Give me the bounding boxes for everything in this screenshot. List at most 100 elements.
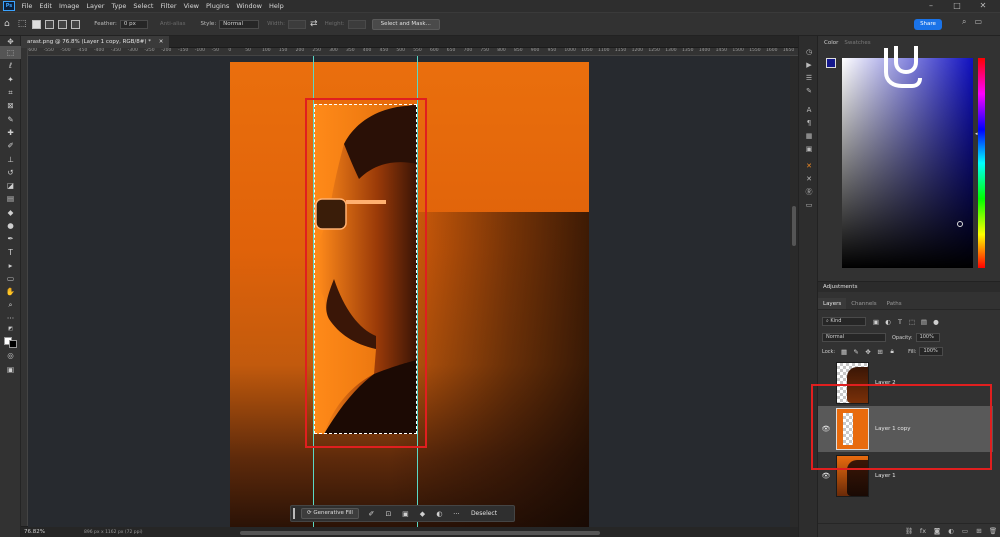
canvas-area[interactable]: ⟳ Generative Fill ✐ ⊡ ▣ ◆ ◐ ··· Deselect [28,56,798,527]
drag-handle-icon[interactable] [293,508,295,519]
menu-type[interactable]: Type [108,0,130,12]
menu-edit[interactable]: Edit [36,0,56,12]
filter-smart-object-icon[interactable]: ▤ [918,318,930,326]
gradient-icon[interactable]: ▤ [0,192,21,205]
rectangle-shape-icon[interactable]: ▭ [0,272,21,285]
filter-pixel-icon[interactable]: ▣ [870,318,882,326]
modify-selection-icon[interactable]: ✐ [363,510,380,518]
hue-slider-handle[interactable]: ◂ [975,131,978,137]
brush-settings-icon[interactable]: ✎ [799,85,819,98]
filter-toggle-icon[interactable]: ● [930,318,942,326]
tab-layers[interactable]: Layers [818,298,847,309]
character-icon[interactable]: A [799,104,819,117]
eyedropper-icon[interactable]: ✎ [0,112,21,125]
document-tab[interactable]: arast.png @ 76.8% (Layer 1 copy, RGB/8#)… [21,36,170,48]
home-icon[interactable]: ⌂ [4,19,10,29]
swap-icon[interactable]: ⇄ [310,19,318,29]
move-tool-icon[interactable]: ✥ [0,36,21,46]
anti-alias-checkbox[interactable]: Anti-alias [160,21,186,27]
invert-selection-icon[interactable]: ⊡ [380,510,397,518]
object-selection-icon[interactable]: ✦ [0,73,21,86]
filter-type-icon[interactable]: T [894,318,906,326]
tab-color[interactable]: Color [824,40,838,50]
brush-icon[interactable]: ✐ [0,139,21,152]
workspace-icon[interactable]: ▭ [974,17,982,27]
deselect-button[interactable]: Deselect [471,510,497,517]
fill-selection-icon[interactable]: ◆ [414,510,431,518]
new-selection-icon[interactable] [32,19,42,29]
more-tools-icon[interactable]: ··· [0,312,21,325]
style-select[interactable]: Normal [219,19,260,29]
subtract-selection-icon[interactable] [58,19,68,29]
menu-select[interactable]: Select [130,0,157,12]
generative-fill-button[interactable]: ⟳ Generative Fill [301,508,359,519]
menu-image[interactable]: Image [55,0,82,12]
tab-paths[interactable]: Paths [882,298,907,309]
scroll-thumb[interactable] [792,206,796,246]
add-mask-icon[interactable]: ◙ [930,527,944,535]
close-icon[interactable]: ✕ [970,0,996,12]
quick-mask-icon[interactable]: ◎ [0,349,21,362]
menu-view[interactable]: View [180,0,202,12]
clone-stamp-icon[interactable]: ⊥ [0,152,21,165]
tab-channels[interactable]: Channels [846,298,881,309]
filter-shape-icon[interactable]: ⬚ [906,318,918,326]
plugin-ra-icon[interactable]: Ⓡ [799,186,819,199]
link-layers-icon[interactable]: ⛓ [902,527,916,535]
menu-window[interactable]: Window [233,0,266,12]
delete-layer-icon[interactable]: 🗑︎ [986,527,1000,535]
color-picker-cursor[interactable] [957,221,963,227]
adjustments-header[interactable]: Adjustments [818,281,1000,292]
minimize-icon[interactable]: – [918,0,944,12]
layer-style-icon[interactable]: fx [916,527,930,535]
lock-all-icon[interactable]: 🔒︎ [886,347,898,356]
visibility-eye-icon[interactable]: 👁︎ [818,472,834,480]
play-action-icon[interactable]: ▶ [799,59,819,72]
path-selection-icon[interactable]: ▸ [0,259,21,272]
zoom-icon[interactable]: ⌕ [0,299,21,312]
plugin-orange-icon[interactable]: ✕ [799,160,819,173]
fill-input[interactable]: 100% [919,347,944,356]
horizontal-scrollbar[interactable] [240,531,600,535]
properties-icon[interactable]: ☰ [799,72,819,85]
new-adjustment-icon[interactable]: ◐ [944,527,958,535]
foreground-color-swatch[interactable] [826,58,836,68]
add-selection-icon[interactable] [45,19,55,29]
more-options-icon[interactable]: ··· [448,510,465,518]
share-button[interactable]: Share [914,19,942,30]
vertical-scrollbar[interactable] [790,56,798,527]
color-swatches-icon[interactable] [0,333,21,349]
menu-filter[interactable]: Filter [157,0,180,12]
paragraph-icon[interactable]: ¶ [799,117,819,130]
lock-position-icon[interactable]: ✥ [862,348,874,356]
menu-plugins[interactable]: Plugins [203,0,233,12]
history-brush-icon[interactable]: ↺ [0,166,21,179]
opacity-input[interactable]: 100% [915,333,940,342]
zoom-level[interactable]: 76.82% [24,529,64,535]
plugin-panel-icon[interactable]: ▭ [799,199,819,212]
dodge-icon[interactable]: ● [0,219,21,232]
frame-icon[interactable]: ⊠ [0,99,21,112]
menu-layer[interactable]: Layer [83,0,108,12]
kind-filter-select[interactable]: ⌕ Kind [822,317,866,326]
glyphs-icon[interactable]: ▦ [799,130,819,143]
type-tool-icon[interactable]: T [0,245,21,258]
crop-icon[interactable]: ⌗ [0,86,21,99]
layer-name[interactable]: Layer 1 [875,473,896,479]
blend-mode-select[interactable]: Normal [822,333,886,342]
width-input[interactable] [288,19,307,29]
screen-mode-icon[interactable]: ▣ [0,363,21,376]
pen-icon[interactable]: ✒ [0,232,21,245]
intersect-selection-icon[interactable] [71,19,81,29]
new-group-icon[interactable]: ▭ [958,527,972,535]
close-tab-icon[interactable]: ✕ [159,39,164,45]
eraser-icon[interactable]: ◪ [0,179,21,192]
history-icon[interactable]: ◷ [799,46,819,59]
hue-slider[interactable] [978,58,985,268]
height-input[interactable] [347,19,366,29]
lock-artboard-icon[interactable]: ⊞ [874,348,886,356]
tab-swatches[interactable]: Swatches [844,40,870,50]
filter-adjustment-icon[interactable]: ◐ [882,318,894,326]
create-mask-icon[interactable]: ▣ [397,510,414,518]
marquee-preset-icon[interactable]: ⬚ [18,19,27,29]
